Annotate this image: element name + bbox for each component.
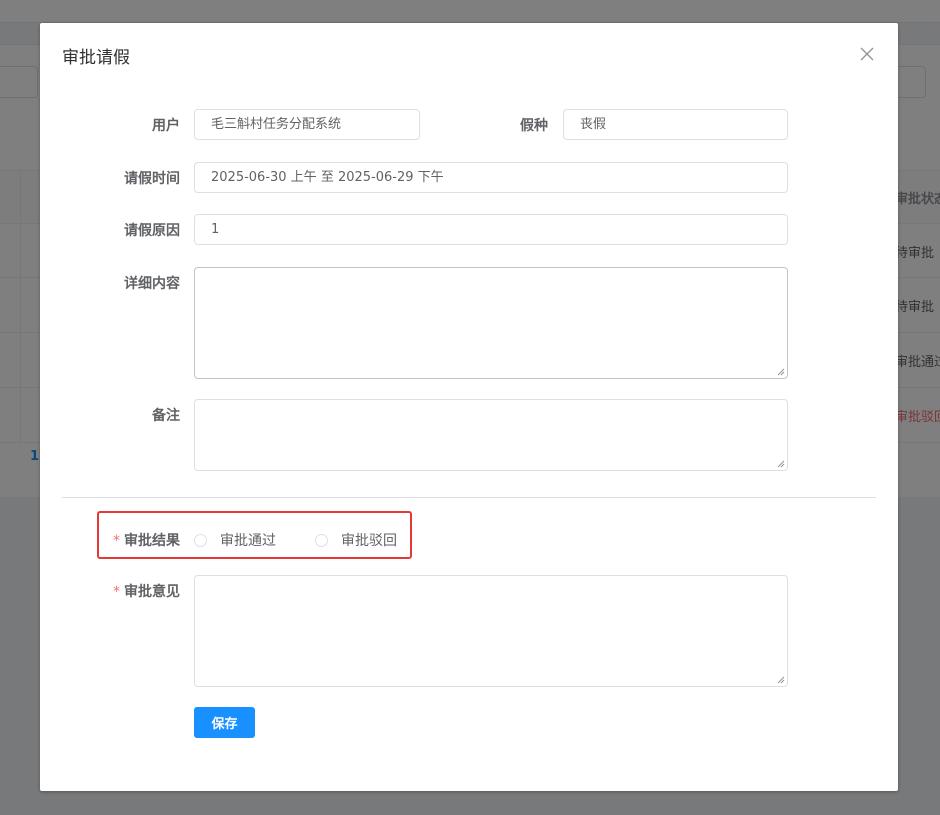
leave-type-field[interactable]: 丧假 (563, 109, 788, 140)
section-divider (62, 497, 876, 498)
approve-leave-dialog: 审批请假 用户 毛三斛村任务分配系统 假种 丧假 请假时间 2025-06-30… (40, 23, 898, 791)
user-label: 用户 (152, 118, 180, 134)
remark-textarea[interactable] (194, 399, 788, 471)
dialog-title: 审批请假 (62, 48, 130, 68)
save-button[interactable]: 保存 (194, 707, 255, 738)
close-button[interactable] (858, 45, 876, 63)
resize-grip-icon[interactable] (776, 367, 785, 376)
radio-reject[interactable]: 审批驳回 (315, 530, 397, 550)
required-mark: * (113, 584, 120, 600)
leave-reason-label: 请假原因 (124, 223, 180, 239)
required-mark: * (113, 533, 120, 549)
leave-time-label: 请假时间 (124, 171, 180, 187)
user-field[interactable]: 毛三斛村任务分配系统 (194, 109, 420, 140)
resize-grip-icon[interactable] (776, 675, 785, 684)
leave-time-field[interactable]: 2025-06-30 上午 至 2025-06-29 下午 (194, 162, 788, 193)
close-icon (860, 47, 874, 61)
detail-textarea[interactable] (194, 267, 788, 379)
radio-approve-label: 审批通过 (220, 533, 276, 549)
resize-grip-icon[interactable] (776, 459, 785, 468)
remark-label: 备注 (152, 408, 180, 424)
radio-reject-label: 审批驳回 (341, 533, 397, 549)
approval-opinion-textarea[interactable] (194, 575, 788, 687)
radio-approve[interactable]: 审批通过 (194, 530, 276, 550)
approval-opinion-label: * 审批意见 (80, 581, 180, 601)
radio-circle-icon[interactable] (315, 533, 328, 547)
detail-label: 详细内容 (124, 276, 180, 292)
leave-reason-field[interactable]: 1 (194, 214, 788, 245)
approval-opinion-label-text: 审批意见 (124, 584, 180, 600)
radio-circle-icon[interactable] (194, 533, 207, 547)
approval-result-label-text: 审批结果 (124, 533, 180, 549)
leave-type-label: 假种 (520, 118, 548, 134)
approval-result-label: * 审批结果 (80, 530, 180, 550)
